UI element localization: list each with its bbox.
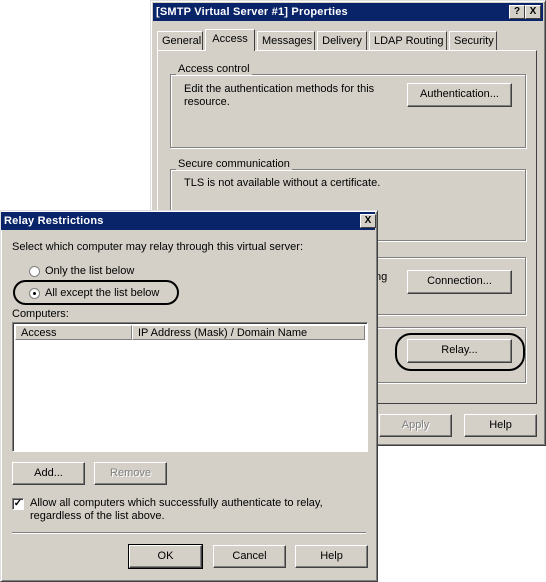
tab-messages[interactable]: Messages bbox=[257, 31, 315, 50]
properties-title: [SMTP Virtual Server #1] Properties bbox=[156, 6, 348, 18]
remove-button[interactable]: Remove bbox=[94, 462, 167, 485]
computers-label: Computers: bbox=[12, 308, 69, 320]
connection-button[interactable]: Connection... bbox=[407, 270, 512, 294]
ok-button[interactable]: OK bbox=[128, 544, 203, 569]
authentication-button[interactable]: Authentication... bbox=[407, 83, 512, 107]
properties-help-button[interactable]: Help bbox=[464, 414, 537, 437]
allow-authenticated-checkbox[interactable]: ✓ bbox=[12, 498, 24, 510]
column-header-ip-domain[interactable]: IP Address (Mask) / Domain Name bbox=[132, 325, 365, 340]
column-header-access[interactable]: Access bbox=[15, 325, 132, 340]
relay-prompt: Select which computer may relay through … bbox=[12, 241, 304, 253]
properties-title-bar: [SMTP Virtual Server #1] Properties bbox=[153, 3, 543, 21]
only-list-radio[interactable] bbox=[29, 266, 40, 277]
relay-title: Relay Restrictions bbox=[4, 215, 104, 227]
all-except-highlight bbox=[13, 280, 179, 305]
relay-help-button[interactable]: Help bbox=[295, 545, 368, 568]
tab-ldap-routing[interactable]: LDAP Routing bbox=[369, 31, 447, 50]
access-control-text: Edit the authentication methods for this… bbox=[184, 83, 375, 108]
computers-list[interactable]: Access IP Address (Mask) / Domain Name bbox=[12, 322, 368, 452]
allow-authenticated-label[interactable]: Allow all computers which successfully a… bbox=[30, 497, 370, 523]
tab-strip: General Access Messages Delivery LDAP Ro… bbox=[157, 29, 537, 51]
relay-button-highlight bbox=[395, 333, 525, 371]
relay-restrictions-dialog: Relay Restrictions X Select which comput… bbox=[0, 210, 378, 582]
add-button[interactable]: Add... bbox=[12, 462, 85, 485]
tab-delivery[interactable]: Delivery bbox=[317, 31, 367, 50]
cancel-button[interactable]: Cancel bbox=[213, 545, 286, 568]
help-icon[interactable]: ? bbox=[509, 5, 525, 19]
access-control-legend: Access control bbox=[176, 63, 252, 75]
close-icon[interactable]: X bbox=[525, 5, 541, 19]
apply-button[interactable]: Apply bbox=[379, 414, 452, 437]
relay-close-icon[interactable]: X bbox=[360, 214, 376, 228]
tab-security[interactable]: Security bbox=[449, 31, 497, 50]
relay-title-bar: Relay Restrictions bbox=[1, 212, 375, 230]
tab-access[interactable]: Access bbox=[205, 29, 255, 51]
secure-communication-legend: Secure communication bbox=[176, 158, 292, 170]
tab-general[interactable]: General bbox=[157, 31, 203, 50]
dialog-separator bbox=[12, 532, 366, 534]
tls-status-text: TLS is not available without a certifica… bbox=[184, 177, 381, 189]
only-list-label[interactable]: Only the list below bbox=[45, 265, 134, 277]
